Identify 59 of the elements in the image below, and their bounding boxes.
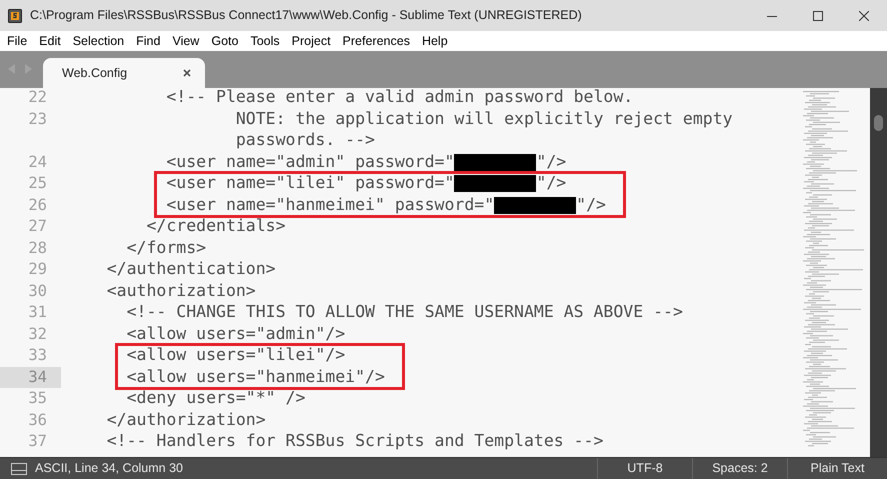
- line-number: 29: [28, 259, 47, 280]
- line-number: 36: [28, 410, 47, 431]
- code-text: "/>: [576, 194, 606, 216]
- menu-item[interactable]: Help: [416, 32, 454, 50]
- menu-item[interactable]: View: [166, 32, 206, 50]
- code-text: <deny users="*" />: [126, 387, 306, 410]
- panel-icon[interactable]: [11, 462, 27, 474]
- code-text: passwords. -->: [234, 129, 375, 152]
- scrollbar[interactable]: [870, 88, 887, 457]
- code-text: <!-- Handlers for RSSBus Scripts and Templates -->: [106, 430, 604, 452]
- menu-item[interactable]: Find: [130, 32, 166, 50]
- code-text: "/>: [536, 150, 566, 173]
- code-text: <!-- Please enter a valid admin password below.: [165, 88, 634, 108]
- line-number: 33: [28, 345, 47, 366]
- syntax-button[interactable]: Plain Text: [787, 458, 887, 479]
- code-text: </authorization>: [106, 408, 266, 431]
- line-number: 27: [28, 216, 47, 238]
- line-number: 28: [28, 238, 47, 259]
- line-number: 26: [28, 194, 47, 216]
- code-text: <allow users="lilei"/>: [126, 344, 346, 366]
- code-text: <allow users="admin"/>: [126, 322, 346, 345]
- line-number: 24: [28, 152, 47, 173]
- window-title: C:\Program Files\RSSBus\RSSBus Connect17\www\Web.Config - Sublime Text (UNREGISTERED): [30, 7, 582, 24]
- code-text: NOTE: the application will explicitly reject empty: [234, 108, 733, 130]
- line-number: 34: [28, 366, 47, 388]
- line-number: 22: [28, 88, 47, 108]
- code-text: <user name="hanmeimei" password=": [165, 194, 494, 216]
- line-number: 37: [28, 431, 47, 452]
- menu-item[interactable]: Goto: [205, 32, 244, 50]
- close-icon: [859, 10, 869, 20]
- menu-item[interactable]: Preferences: [336, 32, 416, 50]
- line-number: 31: [28, 302, 47, 324]
- menu-item[interactable]: Project: [286, 32, 337, 50]
- code-text: </credentials>: [145, 215, 286, 238]
- code-text: "/>: [536, 172, 566, 194]
- close-tab-icon[interactable]: [183, 69, 191, 77]
- menu-item[interactable]: Tools: [244, 32, 286, 50]
- code-text: <allow users="hanmeimei"/>: [126, 366, 385, 388]
- line-number: 32: [28, 324, 47, 345]
- code-text: <authorization>: [106, 280, 256, 302]
- menu-item[interactable]: File: [1, 32, 34, 50]
- status-text: ASCII, Line 34, Column 30: [35, 460, 183, 478]
- menu-item[interactable]: Selection: [66, 32, 130, 50]
- encoding-button[interactable]: UTF-8: [597, 458, 692, 479]
- code-text: <!-- CHANGE THIS TO ALLOW THE SAME USERNAME AS ABOVE -->: [126, 301, 683, 324]
- line-number: 25: [28, 173, 47, 194]
- line-number: 23: [28, 108, 47, 130]
- line-number: 35: [28, 388, 47, 410]
- indentation-button[interactable]: Spaces: 2: [692, 458, 787, 479]
- file-tab[interactable]: Web.Config: [43, 58, 205, 88]
- maximize-icon: [813, 10, 823, 20]
- line-number: 30: [28, 280, 47, 302]
- app-icon: [8, 8, 22, 22]
- code-text: <user name="lilei" password=": [165, 172, 454, 194]
- scrollbar-thumb[interactable]: [874, 115, 883, 131]
- code-text: </authentication>: [106, 258, 276, 280]
- code-text: <user name="admin" password=": [165, 150, 454, 173]
- menu-item[interactable]: Edit: [33, 32, 67, 50]
- code-text: </forms>: [126, 236, 206, 259]
